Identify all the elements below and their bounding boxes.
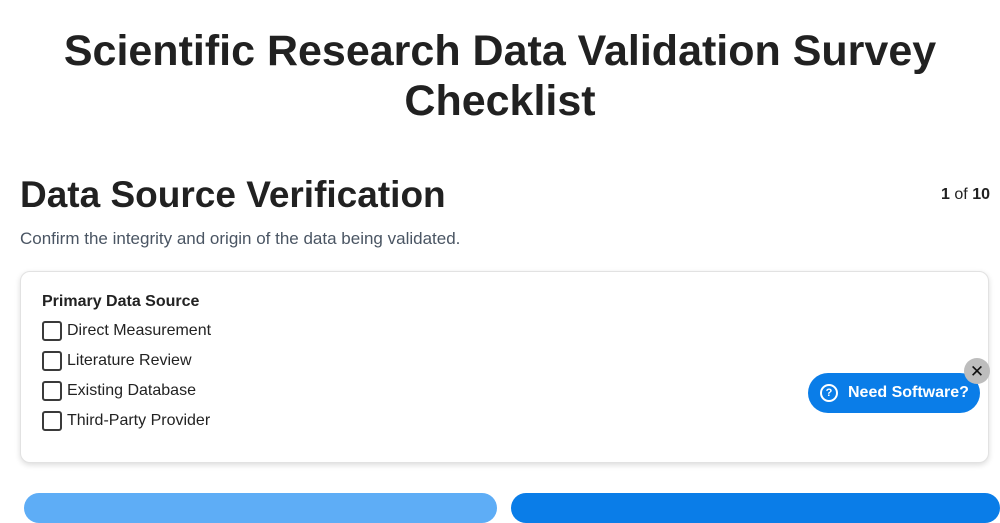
section-title: Data Source Verification xyxy=(20,174,446,215)
checkbox[interactable] xyxy=(42,381,62,401)
checkbox[interactable] xyxy=(42,411,62,431)
question-label: Primary Data Source xyxy=(42,293,200,310)
option-literature-review[interactable]: Literature Review xyxy=(42,350,192,372)
question-card: Primary Data Source Direct Measurement L… xyxy=(20,271,989,463)
checkbox[interactable] xyxy=(42,351,62,371)
progress-total: 10 xyxy=(972,186,990,203)
need-software-button[interactable]: ? Need Software? xyxy=(808,373,980,413)
next-button[interactable] xyxy=(511,493,1000,523)
question-circle-icon: ? xyxy=(820,384,838,402)
option-label: Existing Database xyxy=(67,382,196,399)
need-software-label: Need Software? xyxy=(848,384,969,401)
option-label: Third-Party Provider xyxy=(67,412,211,429)
section-description: Confirm the integrity and origin of the … xyxy=(20,229,461,248)
option-direct-measurement[interactable]: Direct Measurement xyxy=(42,320,211,342)
page-title: Scientific Research Data Validation Surv… xyxy=(63,27,937,125)
checkbox[interactable] xyxy=(42,321,62,341)
previous-button[interactable] xyxy=(24,493,497,523)
option-label: Direct Measurement xyxy=(67,322,212,339)
option-label: Literature Review xyxy=(67,352,192,369)
progress-indicator: 1 of 10 xyxy=(941,186,990,204)
option-existing-database[interactable]: Existing Database xyxy=(42,380,196,402)
option-third-party-provider[interactable]: Third-Party Provider xyxy=(42,410,210,432)
close-icon[interactable]: ✕ xyxy=(964,358,990,384)
progress-current: 1 xyxy=(941,186,950,203)
progress-of: of xyxy=(954,186,968,203)
